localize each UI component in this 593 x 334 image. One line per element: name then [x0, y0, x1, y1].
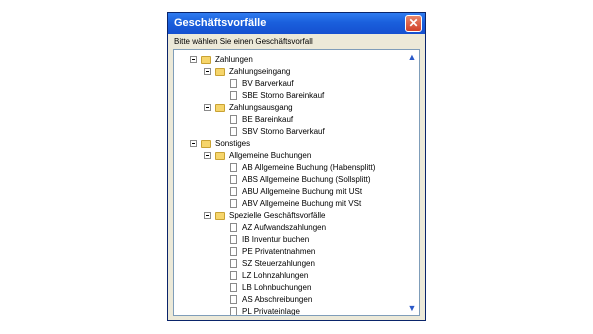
tree-leaf-label: ABS Allgemeine Buchung (Sollsplitt): [242, 175, 371, 184]
folder-icon: [215, 151, 225, 160]
document-icon: [230, 163, 237, 173]
collapse-icon[interactable]: [204, 152, 211, 160]
folder-icon: [201, 55, 211, 64]
tree-leaf-label: AB Allgemeine Buchung (Habensplitt): [242, 163, 376, 172]
folder-icon: [215, 67, 225, 76]
tree-leaf-label: AS Abschreibungen: [242, 295, 313, 304]
folder-icon: [215, 211, 225, 220]
collapse-icon[interactable]: [190, 56, 197, 64]
document-icon: [230, 283, 237, 293]
tree-leaf-label: LZ Lohnzahlungen: [242, 271, 309, 280]
collapse-icon[interactable]: [204, 68, 211, 76]
vertical-scrollbar[interactable]: ▲ ▼: [405, 50, 419, 315]
tree-node-label: Sonstiges: [215, 139, 251, 148]
collapse-icon[interactable]: [204, 104, 211, 112]
tree-node-label: Zahlungseingang: [229, 67, 291, 76]
tree-leaf-az[interactable]: AZ Aufwandszahlungen: [230, 222, 326, 234]
tree-node-zahlungseingang[interactable]: Zahlungseingang: [204, 66, 290, 78]
document-icon: [230, 91, 237, 101]
tree-node-label: Allgemeine Buchungen: [229, 151, 312, 160]
tree-leaf-label: SBV Storno Barverkauf: [242, 127, 325, 136]
tree-leaf-bv[interactable]: BV Barverkauf: [230, 78, 294, 90]
document-icon: [230, 247, 237, 257]
title-bar[interactable]: Geschäftsvorfälle ✕: [168, 13, 425, 34]
tree-leaf-be[interactable]: BE Bareinkauf: [230, 114, 293, 126]
document-icon: [230, 295, 237, 305]
document-icon: [230, 307, 237, 315]
document-icon: [230, 115, 237, 125]
tree-leaf-label: PE Privatentnahmen: [242, 247, 316, 256]
tree-leaf-ab[interactable]: AB Allgemeine Buchung (Habensplitt): [230, 162, 375, 174]
tree-node-label: Zahlungsausgang: [229, 103, 293, 112]
tree-leaf-ib[interactable]: IB Inventur buchen: [230, 234, 309, 246]
chevron-down-icon[interactable]: ▼: [407, 303, 417, 313]
document-icon: [230, 79, 237, 89]
collapse-icon[interactable]: [190, 140, 197, 148]
tree-leaf-pe[interactable]: PE Privatentnahmen: [230, 246, 315, 258]
tree-leaf-label: BE Bareinkauf: [242, 115, 294, 124]
tree-leaf-label: ABV Allgemeine Buchung mit VSt: [242, 199, 362, 208]
tree-leaf-label: IB Inventur buchen: [242, 235, 310, 244]
tree-leaf-abv[interactable]: ABV Allgemeine Buchung mit VSt: [230, 198, 361, 210]
tree-node-zahlungen[interactable]: Zahlungen: [190, 54, 253, 66]
tree-node-label: Spezielle Geschäftsvorfälle: [229, 211, 326, 220]
tree-node-zahlungsausgang[interactable]: Zahlungsausgang: [204, 102, 293, 114]
tree-leaf-label: LB Lohnbuchungen: [242, 283, 312, 292]
tree-leaf-sbv[interactable]: SBV Storno Barverkauf: [230, 126, 325, 138]
tree-node-sonstiges[interactable]: Sonstiges: [190, 138, 250, 150]
tree-node-allgemeine-buchungen[interactable]: Allgemeine Buchungen: [204, 150, 311, 162]
tree-leaf-label: BV Barverkauf: [242, 79, 294, 88]
tree-leaf-abs[interactable]: ABS Allgemeine Buchung (Sollsplitt): [230, 174, 371, 186]
document-icon: [230, 199, 237, 209]
document-icon: [230, 271, 237, 281]
document-icon: [230, 175, 237, 185]
tree-leaf-label: SBE Storno Bareinkauf: [242, 91, 325, 100]
prompt-label: Bitte wählen Sie einen Geschäftsvorfall: [174, 37, 313, 46]
tree-leaf-lz[interactable]: LZ Lohnzahlungen: [230, 270, 308, 282]
tree-leaf-label: PL Privateinlage: [242, 307, 300, 316]
document-icon: [230, 187, 237, 197]
tree-leaf-sz[interactable]: SZ Steuerzahlungen: [230, 258, 315, 270]
collapse-icon[interactable]: [204, 212, 211, 220]
folder-icon: [201, 139, 211, 148]
document-icon: [230, 127, 237, 137]
document-icon: [230, 259, 237, 269]
chevron-up-icon[interactable]: ▲: [407, 52, 417, 62]
window-title: Geschäftsvorfälle: [174, 17, 267, 29]
tree-leaf-lb[interactable]: LB Lohnbuchungen: [230, 282, 311, 294]
document-icon: [230, 223, 237, 233]
tree-leaf-pl[interactable]: PL Privateinlage: [230, 306, 300, 316]
document-icon: [230, 235, 237, 245]
close-button[interactable]: ✕: [405, 15, 422, 32]
tree-leaf-label: ABU Allgemeine Buchung mit USt: [242, 187, 363, 196]
folder-icon: [215, 103, 225, 112]
tree-view[interactable]: ▲ ▼ Zahlungen Zahlungseingang BV Barverk…: [173, 49, 420, 316]
dialog-window: Geschäftsvorfälle ✕ Bitte wählen Sie ein…: [167, 12, 426, 321]
tree-leaf-label: AZ Aufwandszahlungen: [242, 223, 327, 232]
tree-node-label: Zahlungen: [215, 55, 253, 64]
tree-leaf-as[interactable]: AS Abschreibungen: [230, 294, 312, 306]
tree-leaf-label: SZ Steuerzahlungen: [242, 259, 315, 268]
tree-leaf-abu[interactable]: ABU Allgemeine Buchung mit USt: [230, 186, 362, 198]
tree-node-spezielle[interactable]: Spezielle Geschäftsvorfälle: [204, 210, 326, 222]
tree-leaf-sbe[interactable]: SBE Storno Bareinkauf: [230, 90, 324, 102]
